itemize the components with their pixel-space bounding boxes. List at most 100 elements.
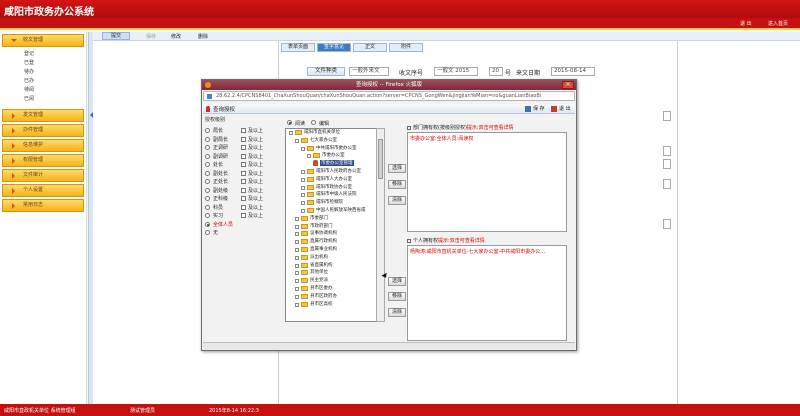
tree-scrollbar[interactable] [376, 128, 385, 322]
sidebar-menu-5[interactable]: 文件审计 [2, 169, 84, 182]
submit-button[interactable]: 提交 [102, 32, 131, 40]
tab-attachment[interactable]: 附件 [389, 43, 423, 52]
dialog-url-bar[interactable]: 28.62.2.4/CPCNS8401_ChaXunShouQuan/chaXu… [203, 91, 575, 101]
tree-node[interactable]: 咸阳市直机关单位 [286, 129, 384, 137]
tab-body[interactable]: 正文 [353, 43, 387, 52]
person-rights-panel[interactable]: 杨陶涛:咸阳市直机关单位-七大家办公室-中共咸阳市委办公... [407, 245, 567, 341]
level-radio[interactable] [205, 128, 210, 133]
tree-node[interactable]: 直属行政机构 [286, 238, 384, 246]
sidebar-menu-0[interactable]: 收文管理 [2, 34, 84, 47]
exit-link[interactable]: 退 出 [740, 20, 752, 27]
expand-toggle-icon[interactable] [301, 146, 305, 151]
sidebar-item[interactable]: 已登 [24, 59, 86, 68]
expand-toggle-icon[interactable] [295, 263, 299, 268]
tree-node[interactable]: 市委办公室 [286, 152, 384, 160]
level-above-checkbox[interactable] [241, 213, 246, 218]
tree-node[interactable]: 咸阳市人民政府办公室 [286, 168, 384, 176]
close-icon[interactable]: × [562, 81, 574, 89]
expand-toggle-icon[interactable] [301, 201, 305, 206]
expand-toggle-icon[interactable] [295, 294, 299, 299]
person-clear-button[interactable]: 清除 [388, 308, 406, 317]
dept-select-button[interactable]: 选择 [388, 164, 406, 173]
dialog-exit-button[interactable]: 退 出 [551, 105, 571, 113]
sidebar-menu-3[interactable]: 信息维护 [2, 139, 84, 152]
expand-toggle-icon[interactable] [295, 240, 299, 245]
sidebar-menu-6[interactable]: 个人设置 [2, 184, 84, 197]
sidebar-menu-2[interactable]: 办件管理 [2, 124, 84, 137]
tree-node[interactable]: 议事协调机构 [286, 230, 384, 238]
level-above-checkbox[interactable] [241, 170, 246, 176]
tree-node[interactable]: 其他单位 [286, 269, 384, 277]
level-radio[interactable] [205, 145, 210, 150]
expand-toggle-icon[interactable] [295, 302, 299, 307]
level-above-checkbox[interactable] [241, 179, 246, 184]
modify-button[interactable]: 修改 [171, 33, 181, 40]
person-select-button[interactable]: 选择 [388, 277, 406, 286]
tab-form[interactable]: 表单页面 [281, 43, 315, 52]
sidebar-menu-7[interactable]: 常用日志 [2, 199, 84, 212]
expand-toggle-icon[interactable] [295, 255, 299, 260]
tree-node[interactable]: 咸阳市政协办公室 [286, 184, 384, 192]
level-above-checkbox[interactable] [241, 196, 246, 201]
level-radio[interactable] [205, 162, 210, 167]
level-radio[interactable] [205, 213, 210, 218]
expand-toggle-icon[interactable] [295, 138, 299, 143]
side-field-3[interactable] [663, 159, 671, 169]
home-link[interactable]: 进入首页 [768, 20, 788, 27]
tree-node[interactable]: 中共咸阳市委办公室 [286, 145, 384, 153]
tree-node[interactable]: 县市区高校 [286, 301, 384, 309]
side-field-2[interactable] [663, 146, 671, 156]
sidebar-menu-1[interactable]: 发文管理 [2, 109, 84, 122]
doc-type-field[interactable]: 一般外来文 [349, 67, 389, 76]
expand-toggle-icon[interactable] [295, 279, 299, 284]
tree-node[interactable]: 市委办公室管理 [286, 160, 384, 168]
level-above-checkbox[interactable] [241, 136, 246, 142]
level-all-radio[interactable] [205, 221, 210, 227]
expand-toggle-icon[interactable] [295, 232, 299, 237]
sidebar-item[interactable]: 登记 [24, 50, 86, 59]
side-field-1[interactable] [663, 111, 671, 121]
sidebar-item[interactable]: 已阅 [24, 95, 86, 104]
tree-node[interactable]: 民主党派 [286, 277, 384, 285]
expand-toggle-icon[interactable] [295, 224, 299, 229]
sidebar-menu-4[interactable]: 权限管理 [2, 154, 84, 167]
date-field[interactable]: 2015-08-14 [551, 67, 595, 76]
expand-toggle-icon[interactable] [301, 169, 305, 174]
level-radio[interactable] [205, 136, 210, 142]
dept-rights-entry[interactable]: 市委办公室:全体人员:阅读权 [410, 135, 473, 142]
level-radio[interactable] [205, 153, 210, 159]
level-above-checkbox[interactable] [241, 162, 246, 167]
tree-node[interactable]: 县市区委办 [286, 285, 384, 293]
doc-no-field[interactable]: 一般文 2015 [434, 67, 478, 76]
expand-toggle-icon[interactable] [307, 154, 311, 159]
level-radio[interactable] [205, 187, 210, 193]
tree-node[interactable]: 市政府部门 [286, 223, 384, 231]
tree-scroll-thumb[interactable] [378, 139, 383, 179]
level-above-checkbox[interactable] [241, 204, 246, 210]
dialog-save-button[interactable]: 保 存 [525, 105, 545, 113]
doc-seq-field[interactable]: 20 [489, 67, 503, 76]
level-radio[interactable] [205, 196, 210, 201]
tree-node[interactable]: 咸阳市检察院 [286, 199, 384, 207]
tree-node[interactable]: 县市区政府办 [286, 293, 384, 301]
save-button[interactable]: 保存 [146, 33, 156, 40]
tree-node[interactable]: 咸阳市中级人民法院 [286, 191, 384, 199]
tree-node[interactable]: 市委部门 [286, 215, 384, 223]
expand-toggle-icon[interactable] [289, 131, 293, 135]
tree-node[interactable]: 派出机构 [286, 254, 384, 262]
level-above-checkbox[interactable] [241, 187, 246, 193]
level-radio[interactable] [205, 179, 210, 184]
level-none-radio[interactable] [205, 230, 210, 235]
expand-toggle-icon[interactable] [301, 185, 305, 190]
person-rights-entry[interactable]: 杨陶涛:咸阳市直机关单位-七大家办公室-中共咸阳市委办公... [410, 248, 545, 255]
tree-node[interactable]: 省直属机构 [286, 262, 384, 270]
expand-toggle-icon[interactable] [301, 208, 305, 213]
expand-toggle-icon[interactable] [295, 216, 299, 221]
expand-toggle-icon[interactable] [295, 271, 299, 276]
level-above-checkbox[interactable] [241, 128, 246, 133]
expand-toggle-icon[interactable] [301, 177, 305, 182]
tree-node[interactable]: 七大家办公室 [286, 137, 384, 145]
level-radio[interactable] [205, 170, 210, 176]
level-above-checkbox[interactable] [241, 153, 246, 159]
dept-rights-panel[interactable]: 市委办公室:全体人员:阅读权 [407, 132, 567, 232]
